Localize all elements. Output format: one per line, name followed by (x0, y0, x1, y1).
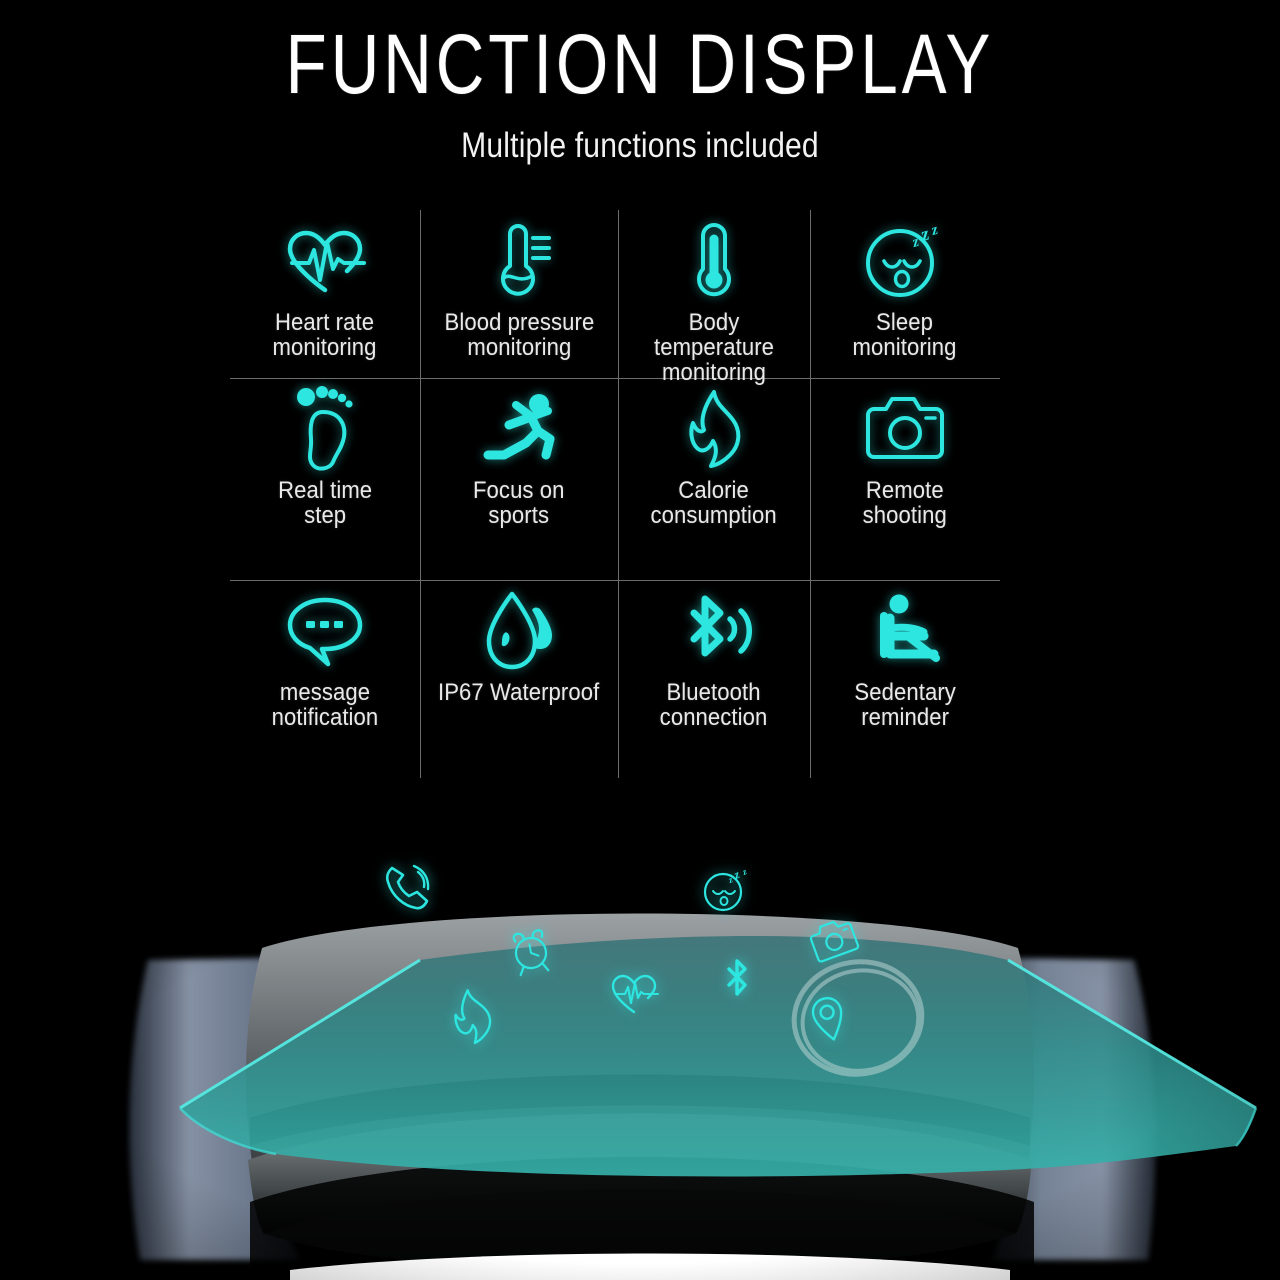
svg-text:z: z (929, 222, 940, 239)
feature-cell-body-temperature[interactable]: Body temperature monitoring (618, 210, 810, 385)
page-title: FUNCTION DISPLAY (285, 17, 995, 111)
feature-cell-heart-rate[interactable]: Heart rate monitoring (230, 210, 420, 378)
feature-grid: Heart rate monitoring Blood pressure mon… (230, 210, 1000, 780)
feature-label: Blood pressure monitoring (444, 309, 594, 362)
water-drop-icon (482, 591, 556, 670)
sitting-person-icon (864, 592, 946, 670)
feature-label: Body temperature monitoring (653, 309, 775, 387)
feature-label: Calorie consumption (650, 477, 778, 530)
footprint-icon (292, 386, 358, 471)
smart-band-device: z z z (0, 830, 1280, 1280)
sleep-face-icon: z z z (862, 222, 948, 300)
feature-cell-message-notification[interactable]: message notification (230, 580, 420, 780)
flame-icon (444, 985, 500, 1045)
bluetooth-icon (672, 592, 756, 670)
camera-icon (862, 390, 948, 468)
blood-pressure-icon (483, 222, 555, 300)
location-pin-icon (805, 992, 853, 1048)
bluetooth-icon (720, 956, 754, 1004)
thermometer-icon (686, 222, 742, 300)
svg-text:z: z (726, 874, 734, 885)
feature-cell-sleep[interactable]: z z z Sleep monitoring (810, 210, 1000, 378)
feature-cell-sports[interactable]: Focus on sports (420, 378, 618, 580)
feature-label: Sleep monitoring (852, 309, 958, 362)
feature-label: Remote shooting (862, 477, 948, 530)
feature-cell-sedentary-reminder[interactable]: Sedentary reminder (810, 580, 1000, 780)
svg-text:z: z (731, 867, 742, 882)
feature-label: Sedentary reminder (854, 679, 956, 732)
feature-label: message notification (271, 679, 379, 732)
feature-cell-calorie[interactable]: Calorie consumption (618, 378, 810, 580)
sleep-face-icon: z z z (700, 866, 756, 916)
feature-cell-bluetooth[interactable]: Bluetooth connection (618, 580, 810, 780)
feature-label: Heart rate monitoring (272, 309, 378, 362)
svg-text:z: z (740, 866, 748, 877)
heart-rate-icon (282, 222, 368, 300)
feature-label: Real time step (277, 477, 373, 530)
function-display-page: FUNCTION DISPLAY Multiple functions incl… (0, 0, 1280, 1280)
camera-icon (808, 918, 860, 964)
phone-call-icon (378, 858, 436, 916)
feature-label: IP67 Waterproof (438, 679, 600, 706)
feature-label: Focus on sports (473, 477, 565, 530)
chat-bubble-icon (284, 592, 366, 670)
feature-cell-blood-pressure[interactable]: Blood pressure monitoring (420, 210, 618, 378)
header: FUNCTION DISPLAY Multiple functions incl… (0, 0, 1280, 166)
flame-icon (678, 390, 750, 468)
runner-icon (476, 390, 562, 468)
alarm-clock-icon (505, 925, 557, 979)
page-subtitle: Multiple functions included (461, 126, 819, 165)
heart-rate-icon (608, 972, 662, 1016)
feature-cell-waterproof[interactable]: IP67 Waterproof (420, 580, 618, 780)
feature-cell-real-time-step[interactable]: Real time step (230, 378, 420, 580)
feature-cell-remote-shooting[interactable]: Remote shooting (810, 378, 1000, 580)
feature-label: Bluetooth connection (660, 679, 768, 732)
